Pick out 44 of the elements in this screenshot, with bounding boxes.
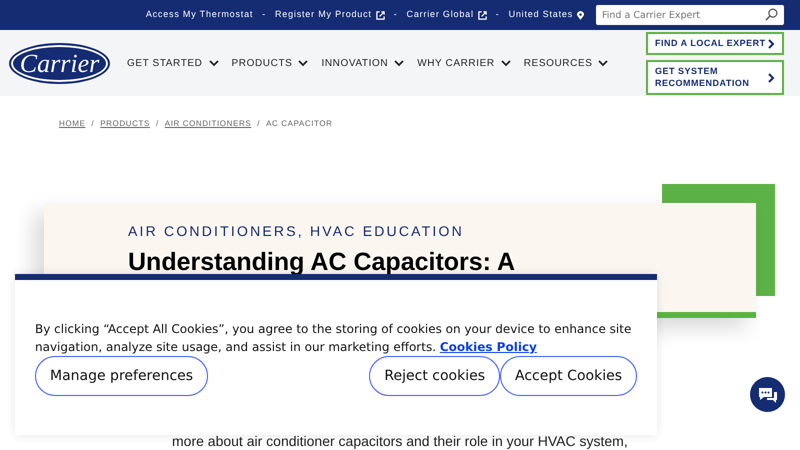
separator: - [496, 8, 500, 22]
cookies-policy-link[interactable]: Cookies Policy [440, 340, 537, 354]
breadcrumb-link[interactable]: HOME [59, 118, 86, 130]
utility-link[interactable]: Carrier Global [406, 8, 487, 22]
utility-link[interactable]: Access My Thermostat [146, 8, 254, 22]
external-link-icon [478, 10, 487, 20]
cookie-button[interactable]: Accept Cookies [500, 356, 637, 396]
cookie-button[interactable]: Reject cookies [369, 356, 500, 396]
nav-menu-item[interactable]: PRODUCTS [232, 56, 308, 70]
chevron-right-icon [768, 38, 775, 48]
cookie-notice-text: By clicking “Accept All Cookies”, you agree to the storing of cookies on your device to enhance site navigation, analyze site usage, and assist in our marketing efforts. Cookies Policy [35, 321, 632, 356]
breadcrumb-link[interactable]: AIR CONDITIONERS [164, 118, 252, 130]
article-category: AIR CONDITIONERS, HVAC EDUCATION [128, 222, 465, 241]
chevron-down-icon [298, 60, 308, 66]
breadcrumb-current: AC CAPACITOR [266, 118, 333, 130]
nav-menu-item[interactable]: WHY CARRIER [417, 56, 511, 70]
separator: - [394, 8, 398, 22]
chat-bubbles-icon [756, 386, 778, 404]
separator: - [262, 8, 266, 22]
chevron-down-icon [500, 60, 511, 66]
chevron-down-icon [208, 60, 219, 66]
breadcrumb-separator: / [257, 118, 260, 130]
external-link-icon [376, 10, 385, 20]
breadcrumb-separator: / [156, 118, 159, 130]
article-text: more about air conditioner capacitors and their role in your HVAC system, [172, 432, 628, 450]
breadcrumb-link[interactable]: PRODUCTS [100, 118, 150, 130]
nav-menu-item[interactable]: RESOURCES [524, 56, 608, 70]
chevron-down-icon [394, 60, 404, 66]
utility-link[interactable]: United States [508, 8, 584, 22]
cta-button[interactable]: GET SYSTEM RECOMMENDATION [646, 60, 784, 95]
search-field[interactable]: Find a Carrier Expert [596, 5, 784, 25]
chevron-right-icon [768, 72, 775, 82]
location-pin-icon [577, 10, 584, 20]
chevron-down-icon [598, 60, 608, 66]
nav-menu-item[interactable]: GET STARTED [127, 56, 219, 70]
search-icon[interactable] [765, 8, 778, 21]
nav-menu-item[interactable]: INNOVATION [321, 56, 404, 70]
logo[interactable]: Carrier [9, 42, 110, 84]
cookie-button[interactable]: Manage preferences [35, 356, 208, 396]
article-title: Understanding AC Capacitors: A [128, 247, 516, 278]
breadcrumb-separator: / [91, 118, 94, 130]
chat-button[interactable] [750, 377, 785, 412]
utility-link[interactable]: Register My Product [274, 8, 385, 22]
cta-button[interactable]: FIND A LOCAL EXPERT [646, 32, 784, 55]
